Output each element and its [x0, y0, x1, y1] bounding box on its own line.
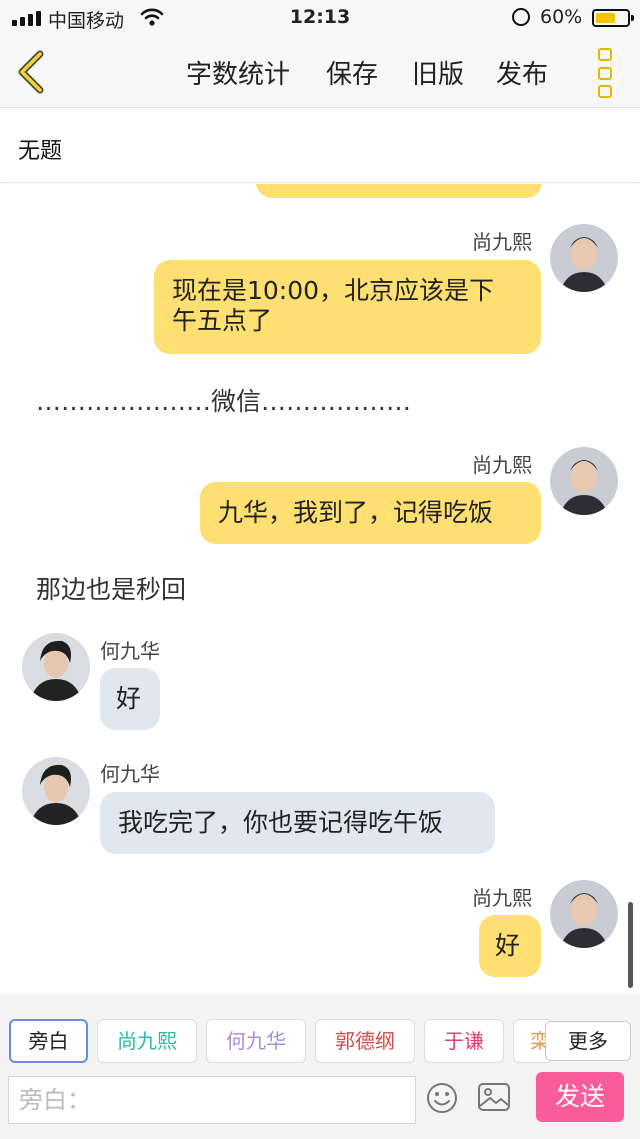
narration-text[interactable]: 那边也是秒回 — [36, 570, 186, 606]
character-selector: 旁白 尚九熙 何九华 郭德纲 于谦 栾 更多 — [0, 994, 640, 1070]
message-text-line: 午五点了 — [172, 306, 273, 335]
battery-icon — [592, 9, 634, 27]
battery-percentage: 60% — [540, 6, 583, 28]
send-button[interactable]: 发送 — [536, 1072, 624, 1122]
character-chip-guo[interactable]: 郭德纲 — [315, 1019, 415, 1063]
character-chip-narrator[interactable]: 旁白 — [9, 1019, 88, 1063]
orientation-lock-icon — [512, 8, 530, 26]
message-text: 好 — [495, 931, 521, 960]
avatar-shang[interactable] — [550, 880, 618, 948]
message-bubble-partial[interactable] — [256, 184, 542, 198]
speaker-name: 尚九熙 — [472, 230, 532, 254]
more-menu-icon[interactable] — [596, 48, 614, 98]
avatar-shang[interactable] — [550, 224, 618, 292]
image-icon[interactable] — [477, 1082, 511, 1112]
message-bubble[interactable]: 好 — [479, 915, 541, 977]
word-count-button[interactable]: 字数统计 — [186, 54, 290, 91]
nav-bar: 字数统计 保存 旧版 发布 — [0, 36, 640, 108]
message-bubble[interactable]: 九华，我到了，记得吃饭 — [200, 482, 541, 544]
emoji-icon[interactable] — [426, 1082, 458, 1114]
message-bubble[interactable]: 我吃完了，你也要记得吃午饭 — [100, 792, 495, 854]
message-text: 九华，我到了，记得吃饭 — [218, 498, 494, 527]
message-input[interactable] — [8, 1076, 416, 1124]
more-characters-button[interactable]: 更多 — [545, 1021, 631, 1061]
avatar-he[interactable] — [22, 633, 90, 701]
input-bar: 发送 — [0, 1070, 640, 1139]
speaker-name: 尚九熙 — [472, 453, 532, 477]
publish-button[interactable]: 发布 — [496, 54, 548, 91]
avatar-he[interactable] — [22, 757, 90, 825]
speaker-name: 尚九熙 — [472, 886, 532, 910]
speaker-name: 何九华 — [100, 762, 160, 786]
message-text: 我吃完了，你也要记得吃午饭 — [118, 808, 444, 837]
back-arrow-icon[interactable] — [14, 50, 50, 94]
story-title[interactable]: 无题 — [18, 133, 62, 165]
old-version-button[interactable]: 旧版 — [412, 54, 464, 91]
scrollbar[interactable] — [628, 902, 633, 988]
message-bubble[interactable]: 好 — [100, 668, 160, 730]
status-bar: 中国移动 12:13 60% — [0, 0, 640, 36]
save-button[interactable]: 保存 — [326, 54, 378, 91]
speaker-name: 何九华 — [100, 639, 160, 663]
chat-area[interactable]: 尚九熙 现在是10:00，北京应该是下 午五点了 …………………微信………………… — [0, 184, 640, 994]
message-text: 好 — [116, 684, 142, 713]
character-chip-he[interactable]: 何九华 — [206, 1019, 306, 1063]
character-chip-yu[interactable]: 于谦 — [424, 1019, 504, 1063]
avatar-shang[interactable] — [550, 447, 618, 515]
message-text-line: 现在是10:00，北京应该是下 — [172, 276, 495, 305]
character-chip-shang[interactable]: 尚九熙 — [97, 1019, 197, 1063]
narration-text[interactable]: …………………微信……………… — [36, 382, 411, 418]
title-bar: 无题 — [0, 109, 640, 183]
message-bubble[interactable]: 现在是10:00，北京应该是下 午五点了 — [154, 260, 541, 354]
